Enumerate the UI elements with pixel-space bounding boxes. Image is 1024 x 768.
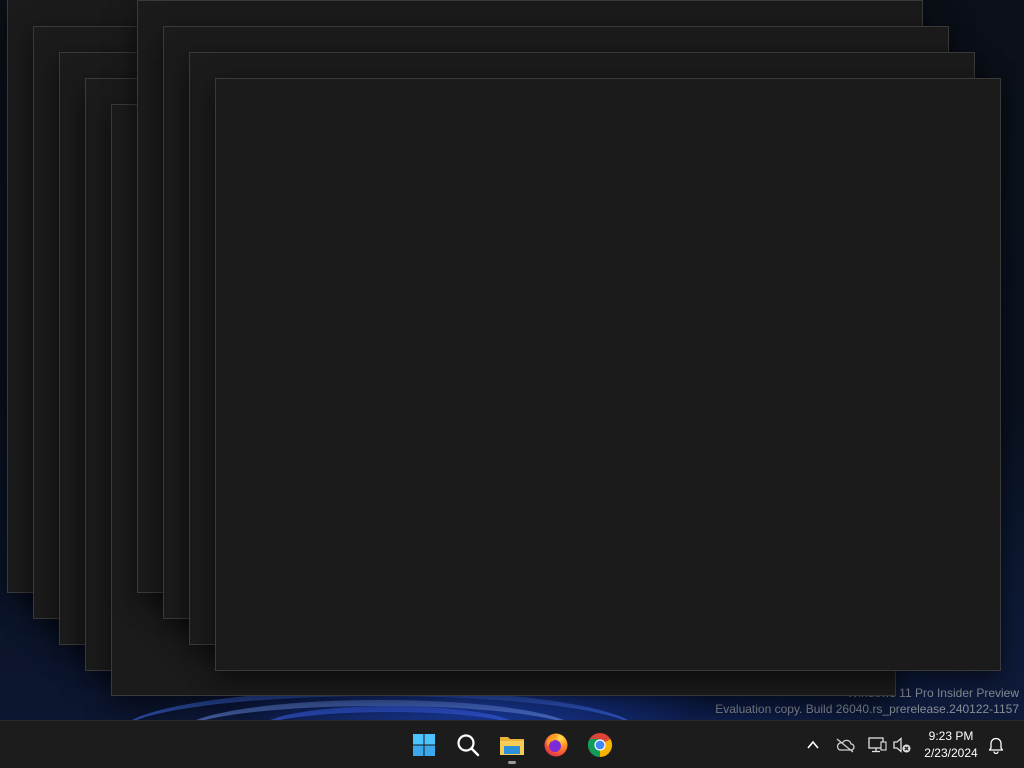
network-button[interactable] [865,733,889,757]
search-button[interactable] [448,725,488,765]
onedrive-button[interactable] [833,733,857,757]
taskbar: 9:23 PM 2/23/2024 [0,720,1024,768]
app-window-9[interactable] [215,78,1001,671]
chrome-button[interactable] [580,725,620,765]
notifications-button[interactable] [984,733,1008,757]
firefox-button[interactable] [536,725,576,765]
volume-button[interactable] [890,733,914,757]
clock-date: 2/23/2024 [924,746,978,760]
show-hidden-icons-button[interactable] [801,733,825,757]
folder-icon [500,737,524,755]
file-explorer-button[interactable] [492,725,532,765]
start-button[interactable] [404,725,444,765]
chrome-icon [587,733,613,757]
network-icon [868,737,887,753]
desktop[interactable]: Windows 11 Pro Insider Preview Evaluatio… [0,0,1024,720]
search-icon [457,734,480,757]
volume-muted-icon [893,737,911,753]
clock-button[interactable]: 9:23 PM 2/23/2024 [920,728,982,762]
windows-logo-icon [413,734,435,756]
clock-time: 9:23 PM [928,729,974,743]
watermark-build: Evaluation copy. Build 26040.rs_prerelea… [715,702,1019,716]
running-indicator [508,761,516,764]
chevron-up-icon [807,740,819,749]
onedrive-offline-icon [836,738,855,753]
firefox-icon [544,733,568,757]
bell-icon [988,737,1004,754]
